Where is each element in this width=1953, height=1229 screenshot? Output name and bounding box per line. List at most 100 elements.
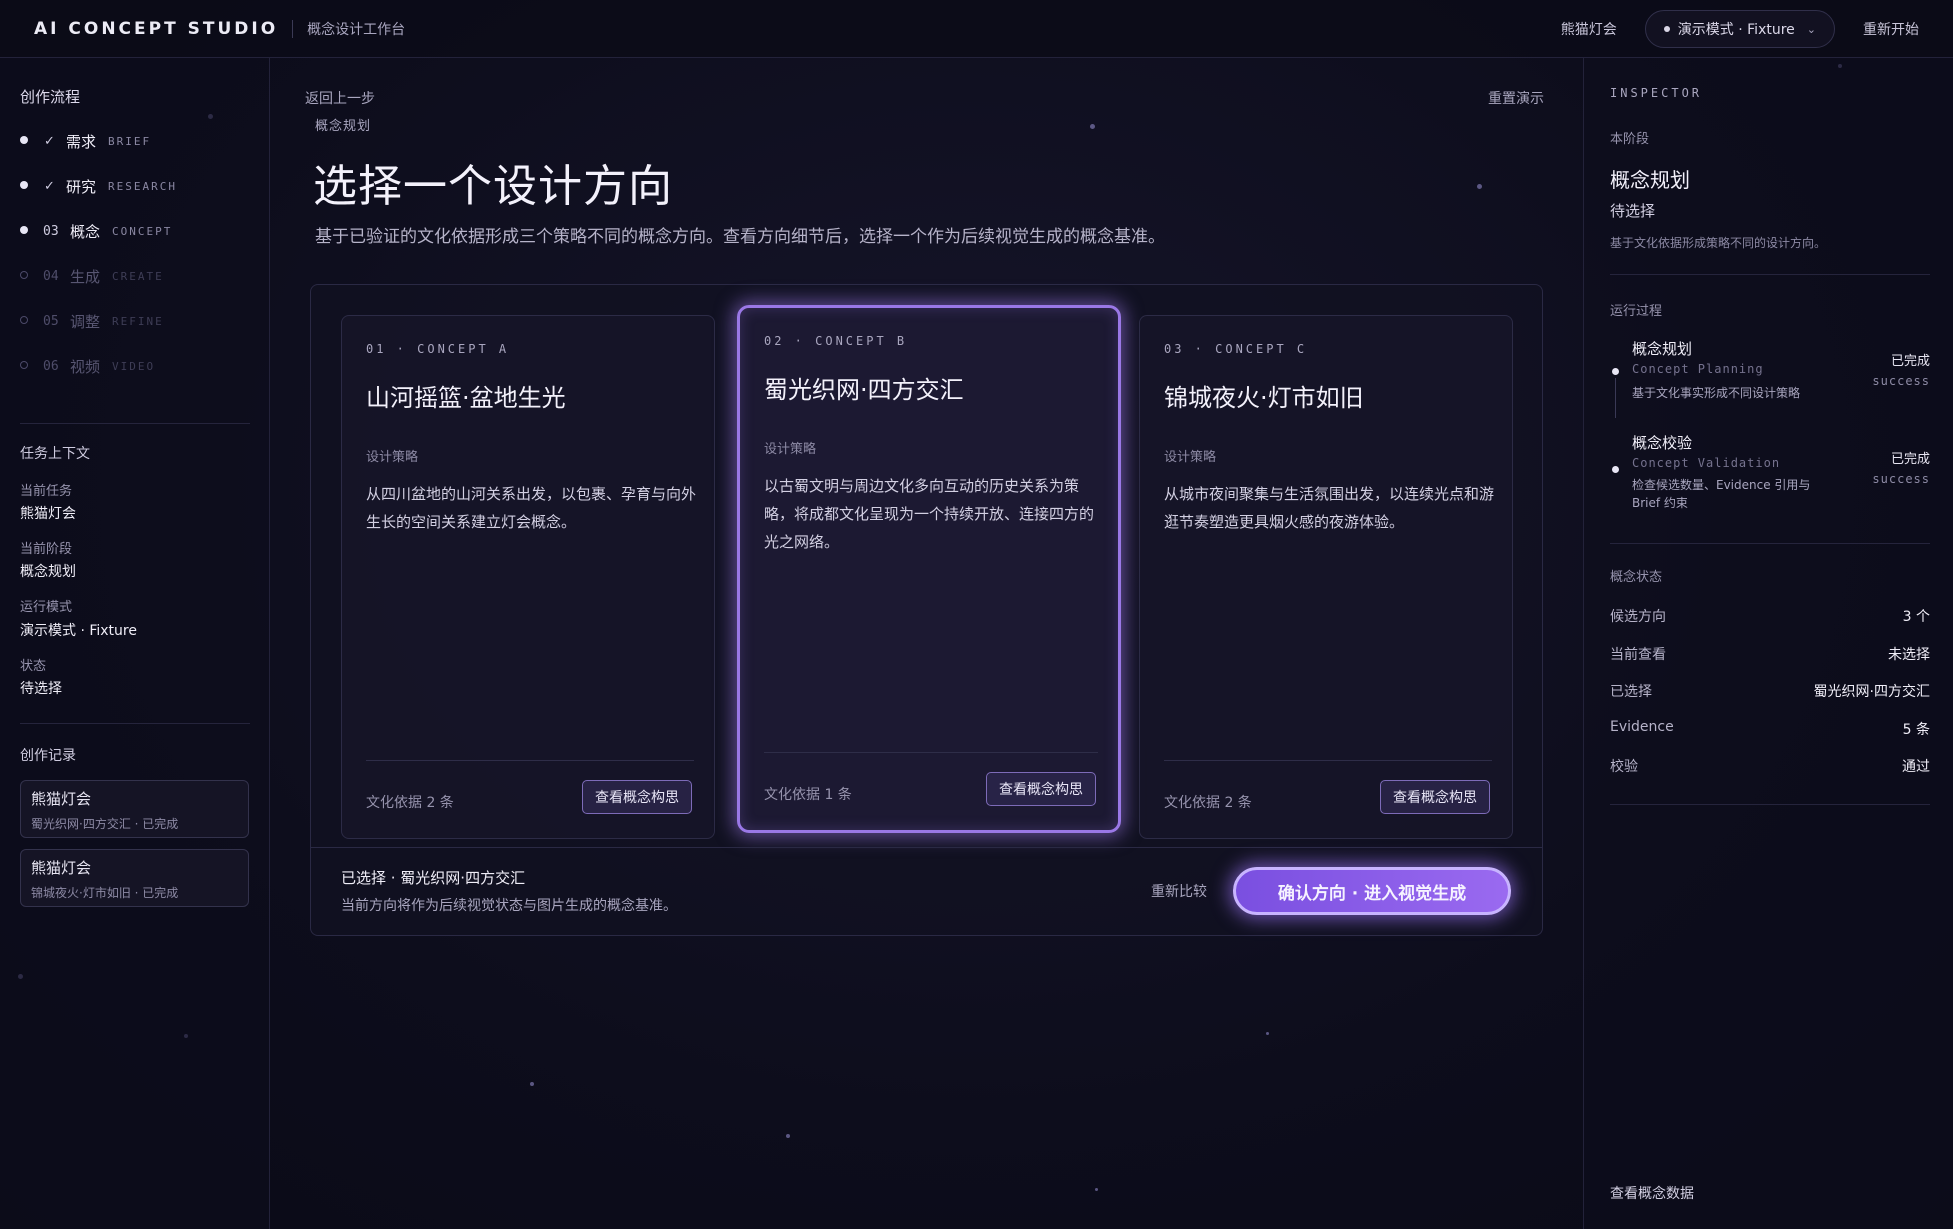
process-name-en: Concept Planning [1632,362,1764,376]
process-name-en: Concept Validation [1632,456,1781,470]
selection-title: 已选择 · 蜀光织网·四方交汇 [341,869,526,887]
selection-description: 当前方向将作为后续视觉状态与图片生成的概念基准。 [341,898,677,914]
sidebar-divider [20,423,250,424]
step-dot-icon [20,181,28,189]
record-item[interactable]: 熊猫灯会 蜀光织网·四方交汇 · 已完成 [20,780,249,838]
card-title: 山河摇篮·盆地生光 [366,384,566,412]
process-dot-icon [1612,466,1619,473]
process-status: 已完成 [1890,354,1930,369]
inspector-divider [1610,543,1930,544]
process-item: 概念校验 Concept Validation 检查候选数量、Evidence … [1610,432,1930,512]
process-name: 概念校验 [1632,434,1693,452]
card-label: 设计策略 [366,450,419,465]
process-item: 概念规划 Concept Planning 基于文化事实形成不同设计策略 已完成… [1610,338,1930,428]
context-label: 状态 [20,659,47,674]
step-refine[interactable]: 05 调整 REFINE [20,308,250,353]
page-eyebrow: 概念规划 [315,119,372,134]
record-item[interactable]: 熊猫灯会 锦城夜火·灯市如旧 · 已完成 [20,849,249,907]
card-number: 03 · CONCEPT C [1164,342,1308,356]
workbench-subtitle: 概念设计工作台 [307,21,406,38]
record-name: 熊猫灯会 [31,790,92,808]
inspector-divider [1610,274,1930,275]
inspector-panel: INSPECTOR 本阶段 概念规划 待选择 基于文化依据形成策略不同的设计方向… [1583,58,1953,1229]
mode-label: 演示模式 · Fixture [1677,22,1795,38]
step-number: 03 [43,224,59,239]
star-decoration [786,1134,790,1138]
step-dot-icon [20,271,28,279]
step-label-en: CREATE [112,270,164,283]
reset-demo-link[interactable]: 重置演示 [1488,88,1544,108]
top-bar: AI CONCEPT STUDIO 概念设计工作台 熊猫灯会 演示模式 · Fi… [0,0,1953,58]
step-number: 04 [43,269,59,284]
step-concept[interactable]: 03 概念 CONCEPT [20,218,250,263]
step-number: 05 [43,314,59,329]
process-code: success [1872,374,1930,388]
step-dot-icon [20,316,28,324]
card-title: 蜀光织网·四方交汇 [764,376,964,404]
mode-selector[interactable]: 演示模式 · Fixture ⌄ [1644,10,1835,48]
stage-label: 本阶段 [1610,132,1650,147]
chevron-down-icon: ⌄ [1806,22,1816,36]
concept-card-a[interactable]: 01 · CONCEPT A 山河摇篮·盆地生光 设计策略 从四川盆地的山河关系… [341,315,715,839]
workflow-steps: ✓ 需求 BRIEF ✓ 研究 RESEARCH 03 概念 CONCEPT 0… [20,128,250,398]
card-label: 设计策略 [764,442,817,457]
view-concept-button[interactable]: 查看概念构思 [1380,780,1490,814]
process-name: 概念规划 [1632,340,1693,358]
record-meta: 蜀光织网·四方交汇 · 已完成 [31,817,179,831]
view-concept-button[interactable]: 查看概念构思 [582,780,692,814]
state-key: 已选择 [1610,684,1652,700]
step-label: 调整 [70,313,101,331]
concept-state-row: Evidence 5 条 [1610,719,1930,739]
concept-state-row: 候选方向 3 个 [1610,606,1930,626]
card-number: 02 · CONCEPT B [764,334,908,348]
concept-state-row: 校验 通过 [1610,756,1930,776]
star-decoration [1090,124,1095,129]
restart-button[interactable]: 重新开始 [1863,19,1919,39]
view-concept-button[interactable]: 查看概念构思 [986,772,1096,806]
inspector-heading: INSPECTOR [1610,86,1703,100]
step-label: 生成 [70,268,101,286]
step-video[interactable]: 06 视频 VIDEO [20,353,250,398]
concept-panel: 01 · CONCEPT A 山河摇篮·盆地生光 设计策略 从四川盆地的山河关系… [310,284,1543,936]
context-title: 任务上下文 [20,446,90,462]
step-label-en: REFINE [112,315,164,328]
step-dot-icon [20,136,28,144]
record-name: 熊猫灯会 [31,859,92,877]
card-evidence: 文化依据 2 条 [366,795,454,811]
state-key: 当前查看 [1610,647,1666,663]
concept-card-b[interactable]: 02 · CONCEPT B 蜀光织网·四方交汇 设计策略 以古蜀文明与周边文化… [737,305,1121,833]
context-label: 运行模式 [20,600,73,615]
context-value: 演示模式 · Fixture [20,623,137,639]
recompare-button[interactable]: 重新比较 [1151,881,1207,901]
process-description: 检查候选数量、Evidence 引用与 Brief 约束 [1632,478,1811,510]
concept-state-row: 已选择 蜀光织网·四方交汇 [1610,681,1930,701]
step-label: 概念 [70,223,101,241]
card-title: 锦城夜火·灯市如旧 [1164,384,1364,412]
card-divider [366,760,694,761]
view-concept-data-link[interactable]: 查看概念数据 [1610,1183,1694,1203]
card-body: 从城市夜间聚集与生活氛围出发，以连续光点和游逛节奏塑造更具烟火感的夜游体验。 [1164,485,1495,531]
project-link[interactable]: 熊猫灯会 [1561,19,1617,39]
top-actions: 熊猫灯会 演示模式 · Fixture ⌄ 重新开始 [1561,10,1919,48]
process-description: 基于文化事实形成不同设计策略 [1632,386,1801,400]
card-evidence: 文化依据 1 条 [764,787,852,803]
context-value: 待选择 [20,681,62,697]
step-brief[interactable]: ✓ 需求 BRIEF [20,128,250,173]
star-decoration [530,1082,534,1086]
confirm-direction-button[interactable]: 确认方向 · 进入视觉生成 [1233,867,1511,915]
step-research[interactable]: ✓ 研究 RESEARCH [20,173,250,218]
step-label-en: BRIEF [108,135,152,148]
back-link[interactable]: 返回上一步 [305,88,375,108]
context-value: 熊猫灯会 [20,506,76,522]
state-key: Evidence [1610,719,1674,735]
panel-divider [311,847,1542,848]
step-create[interactable]: 04 生成 CREATE [20,263,250,308]
card-body: 从四川盆地的山河关系出发，以包裹、孕育与向外生长的空间关系建立灯会概念。 [366,485,697,531]
record-meta: 锦城夜火·灯市如旧 · 已完成 [31,886,179,900]
check-icon: ✓ [44,134,55,149]
left-sidebar: 创作流程 ✓ 需求 BRIEF ✓ 研究 RESEARCH 03 概念 CONC… [0,58,270,1229]
step-label: 需求 [66,133,97,151]
stage-status: 待选择 [1610,202,1656,220]
concept-card-c[interactable]: 03 · CONCEPT C 锦城夜火·灯市如旧 设计策略 从城市夜间聚集与生活… [1139,315,1513,839]
process-dot-icon [1612,368,1619,375]
